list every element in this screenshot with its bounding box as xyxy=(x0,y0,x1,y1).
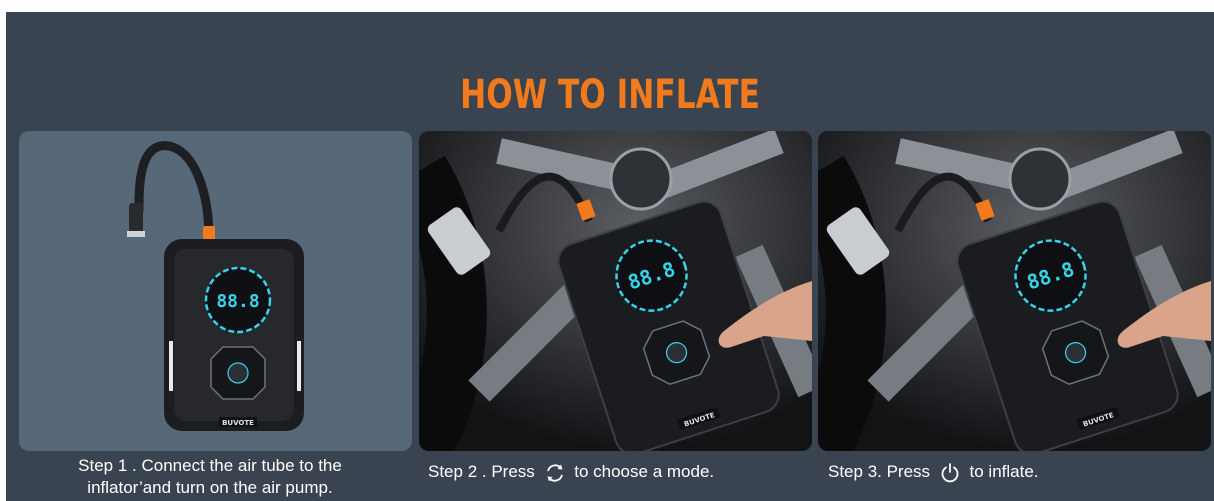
step2-image: 88.8 BUVOTE xyxy=(419,131,812,451)
how-to-inflate-panel: HOW TO INFLATE 88.8 BUVOTE 88.8 BUVOTE 8… xyxy=(6,12,1214,501)
display-reading: 88.8 xyxy=(216,291,259,312)
step1-image: 88.8 BUVOTE xyxy=(19,131,412,451)
step3-caption: Step 3. Press to inflate. xyxy=(828,461,1039,484)
step1-caption-line2: inflator’and turn on the air pump. xyxy=(87,478,333,497)
page-title: HOW TO INFLATE xyxy=(460,72,760,118)
step3-caption-after: to inflate. xyxy=(969,462,1039,481)
step2-caption-after: to choose a mode. xyxy=(574,462,715,481)
step3-image: 88.8 BUVOTE xyxy=(818,131,1211,451)
power-icon xyxy=(939,462,961,484)
step2-caption: Step 2 . Press to choose a mode. xyxy=(428,461,714,484)
step3-caption-before: Step 3. Press xyxy=(828,462,931,481)
cycle-icon xyxy=(544,462,566,484)
step1-caption: Step 1 . Connect the air tube to the inf… xyxy=(20,455,400,499)
brand-label: BUVOTE xyxy=(222,419,254,427)
step2-caption-before: Step 2 . Press xyxy=(428,462,535,481)
step1-caption-line1: Step 1 . Connect the air tube to the xyxy=(78,456,342,475)
